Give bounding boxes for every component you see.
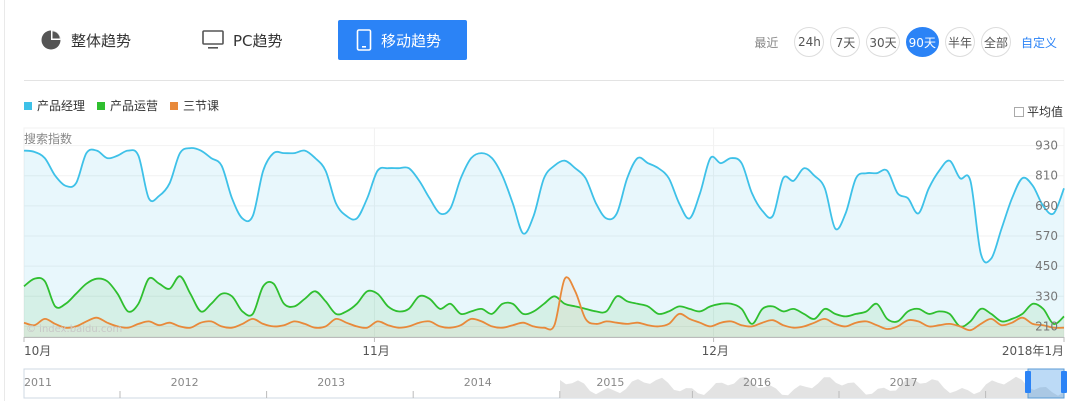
navigator-year-label-5: 2016	[743, 376, 771, 389]
navigator-year-label-1: 2012	[171, 376, 199, 389]
navigator-selected-range	[1027, 368, 1065, 399]
navigator-right-handle	[1061, 371, 1067, 393]
navigator-selection	[1025, 368, 1067, 399]
navigator-year-label-4: 2015	[596, 376, 624, 389]
time-navigator[interactable]: 2011 2012 2013 2014 2015 2016 2017	[0, 0, 1067, 401]
navigator-year-label-2: 2013	[317, 376, 345, 389]
navigator-year-label-0: 2011	[24, 376, 52, 389]
navigator-left-handle	[1025, 371, 1031, 393]
navigator-year-label-6: 2017	[890, 376, 918, 389]
navigator-year-label-3: 2014	[464, 376, 492, 389]
